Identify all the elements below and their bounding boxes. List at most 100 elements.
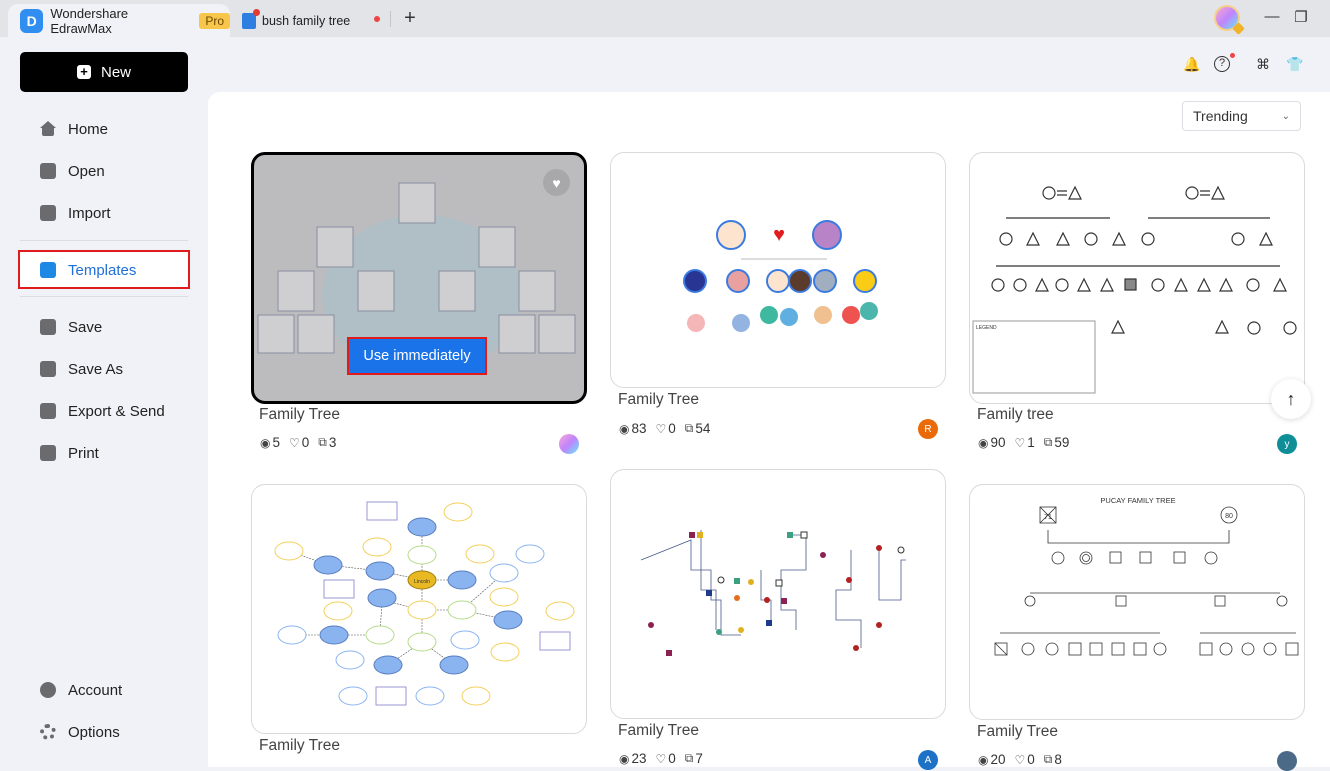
use-immediately-button[interactable]: Use immediately (347, 337, 487, 375)
template-card[interactable]: LEGEND (969, 152, 1305, 404)
copies-count: 3 (328, 435, 337, 450)
sidebar-divider (20, 240, 188, 241)
views-count: 20 (990, 752, 1006, 767)
apps-icon[interactable]: ⌘ (1256, 56, 1270, 73)
scroll-to-top-button[interactable]: ↑ (1271, 379, 1311, 419)
copies-count: 54 (695, 421, 711, 436)
sidebar-item-open[interactable]: Open (40, 159, 105, 183)
card-stats: ◉ 90 ♡ 1 ⧉ 59 (978, 435, 1069, 450)
copies-count: 8 (1054, 752, 1062, 767)
author-avatar[interactable]: A (918, 750, 938, 770)
sidebar-item-label: Import (68, 204, 111, 222)
likes-count: 0 (668, 421, 676, 436)
sidebar-item-account[interactable]: Account (40, 678, 122, 702)
template-card[interactable]: Lincoln (251, 484, 587, 734)
card-title[interactable]: Family tree (977, 406, 1054, 424)
author-avatar[interactable]: y (1277, 434, 1297, 454)
eye-icon: ◉ (260, 435, 271, 450)
copy-icon: ⧉ (1043, 435, 1053, 449)
views-count: 5 (272, 435, 280, 450)
card-stats: ◉ 23 ♡ 0 ⧉ 7 (619, 751, 703, 766)
sidebar-item-home[interactable]: Home (40, 117, 108, 141)
sort-dropdown[interactable]: Trending ⌄ (1182, 101, 1301, 131)
export-icon (40, 403, 56, 419)
family-tree-thumbnail: ♥ (683, 220, 878, 332)
center-node-label: Lincoln (414, 579, 430, 585)
pro-badge: Pro (199, 12, 230, 29)
document-icon (242, 8, 260, 29)
card-title[interactable]: Family Tree (977, 723, 1058, 741)
help-icon[interactable]: ? (1214, 56, 1230, 72)
template-card[interactable] (610, 469, 946, 719)
eye-icon: ◉ (978, 752, 989, 767)
heart-icon: ♡ (289, 435, 300, 450)
sidebar-divider (20, 296, 188, 297)
copy-icon: ⧉ (684, 751, 694, 765)
copy-icon: ⧉ (318, 435, 327, 449)
eye-icon: ◉ (619, 751, 630, 766)
notification-dot (1230, 53, 1235, 58)
sidebar-item-export[interactable]: Export & Send (40, 399, 165, 423)
pucay-title: PUCAY FAMILY TREE (1100, 496, 1175, 505)
heart-icon: ♡ (1014, 435, 1026, 450)
author-avatar[interactable] (559, 434, 579, 454)
card-title[interactable]: Family Tree (259, 737, 340, 755)
mind-map-thumbnail: Lincoln (274, 501, 575, 706)
tab-home[interactable]: D Wondershare EdrawMax Pro (8, 4, 230, 37)
templates-icon (40, 262, 56, 278)
copy-icon: ⧉ (684, 421, 694, 435)
likes-count: 0 (668, 751, 676, 766)
card-title[interactable]: Family Tree (259, 406, 340, 424)
edrawmax-logo-icon: D (20, 8, 44, 33)
heart-icon: ♡ (655, 421, 667, 436)
file-icon (40, 163, 56, 179)
sidebar-item-save-as[interactable]: Save As (40, 357, 123, 381)
unsaved-indicator (374, 16, 380, 22)
left-age-label: 71 (1044, 514, 1052, 521)
favorite-button[interactable]: ♥ (543, 169, 570, 196)
minimize-button[interactable]: — (1262, 8, 1282, 25)
copy-icon: ⧉ (1043, 752, 1053, 766)
heart-icon: ♡ (655, 751, 667, 766)
plus-icon: + (76, 65, 91, 79)
svg-text:♥: ♥ (773, 224, 785, 246)
home-icon (40, 121, 56, 137)
user-avatar[interactable] (1214, 5, 1240, 31)
author-avatar[interactable]: R (918, 419, 938, 439)
document-tab-title: bush family tree (262, 13, 351, 28)
bell-icon[interactable]: 🔔 (1183, 56, 1200, 73)
account-icon (40, 682, 56, 698)
template-card[interactable]: ♥ (610, 152, 946, 388)
restore-button[interactable]: ❐ (1291, 8, 1311, 26)
import-icon (40, 205, 56, 221)
title-bar: D Wondershare EdrawMax Pro bush family t… (0, 0, 1330, 37)
sidebar-item-options[interactable]: Options (40, 720, 120, 744)
sidebar-item-templates[interactable]: Templates (40, 258, 136, 282)
card-stats: ◉ 20 ♡ 0 ⧉ 8 (978, 752, 1062, 767)
template-card[interactable]: PUCAY FAMILY TREE 71 80 (969, 484, 1305, 720)
app-name: Wondershare EdrawMax (50, 5, 129, 36)
theme-icon[interactable]: 👕 (1286, 56, 1303, 73)
card-title[interactable]: Family Tree (618, 722, 699, 740)
sidebar-item-label: Home (68, 120, 109, 138)
legend-title: LEGEND (976, 325, 997, 331)
sidebar-item-import[interactable]: Import (40, 201, 111, 225)
gear-icon (40, 724, 56, 740)
tab-document[interactable]: bush family tree (242, 4, 392, 37)
sidebar-item-label: Save As (68, 360, 124, 378)
sidebar-item-save[interactable]: Save (40, 315, 102, 339)
new-button[interactable]: + New (20, 52, 188, 92)
card-title[interactable]: Family Tree (618, 391, 699, 409)
right-age-label: 80 (1225, 513, 1233, 520)
tab-divider (390, 11, 391, 27)
copies-count: 59 (1054, 435, 1070, 450)
sidebar-item-label: Account (68, 681, 123, 699)
author-avatar[interactable] (1277, 751, 1297, 771)
add-tab-button[interactable]: + (400, 7, 420, 30)
sidebar-item-print[interactable]: Print (40, 441, 99, 465)
sidebar-item-label: Open (68, 162, 105, 180)
chevron-down-icon: ⌄ (1281, 110, 1290, 122)
copies-count: 7 (695, 751, 703, 766)
likes-count: 1 (1027, 435, 1035, 450)
sort-selected: Trending (1193, 108, 1248, 124)
